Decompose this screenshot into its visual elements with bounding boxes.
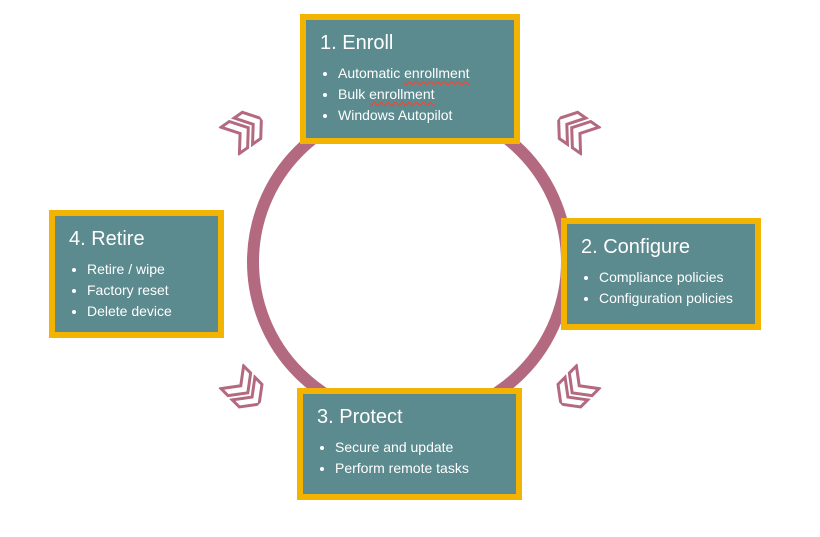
list-item: Windows Autopilot	[338, 105, 500, 126]
step-title: 3. Protect	[317, 406, 502, 429]
step-configure: 2. Configure Compliance policies Configu…	[561, 218, 761, 330]
lifecycle-diagram: 1. Enroll Automatic enrollment Bulk enro…	[0, 0, 820, 537]
list-item: Factory reset	[87, 280, 204, 301]
step-list: Automatic enrollment Bulk enrollment Win…	[320, 63, 500, 126]
step-title: 2. Configure	[581, 236, 741, 259]
arrow-configure-to-protect	[547, 362, 604, 419]
list-item: Secure and update	[335, 437, 502, 458]
list-item: Retire / wipe	[87, 259, 204, 280]
list-item: Bulk enrollment	[338, 84, 500, 105]
list-item: Delete device	[87, 301, 204, 322]
list-item: Automatic enrollment	[338, 63, 500, 84]
step-enroll: 1. Enroll Automatic enrollment Bulk enro…	[300, 14, 520, 144]
step-list: Compliance policies Configuration polici…	[581, 267, 741, 309]
step-title: 1. Enroll	[320, 32, 500, 55]
step-protect: 3. Protect Secure and update Perform rem…	[297, 388, 522, 500]
list-item: Configuration policies	[599, 288, 741, 309]
list-item: Perform remote tasks	[335, 458, 502, 479]
step-retire: 4. Retire Retire / wipe Factory reset De…	[49, 210, 224, 338]
arrow-protect-to-retire	[217, 362, 274, 419]
list-item: Compliance policies	[599, 267, 741, 288]
step-list: Secure and update Perform remote tasks	[317, 437, 502, 479]
step-title: 4. Retire	[69, 228, 204, 251]
step-list: Retire / wipe Factory reset Delete devic…	[69, 259, 204, 322]
cycle-ring	[247, 99, 573, 425]
arrow-retire-to-enroll	[217, 102, 273, 158]
arrow-enroll-to-configure	[547, 102, 603, 158]
